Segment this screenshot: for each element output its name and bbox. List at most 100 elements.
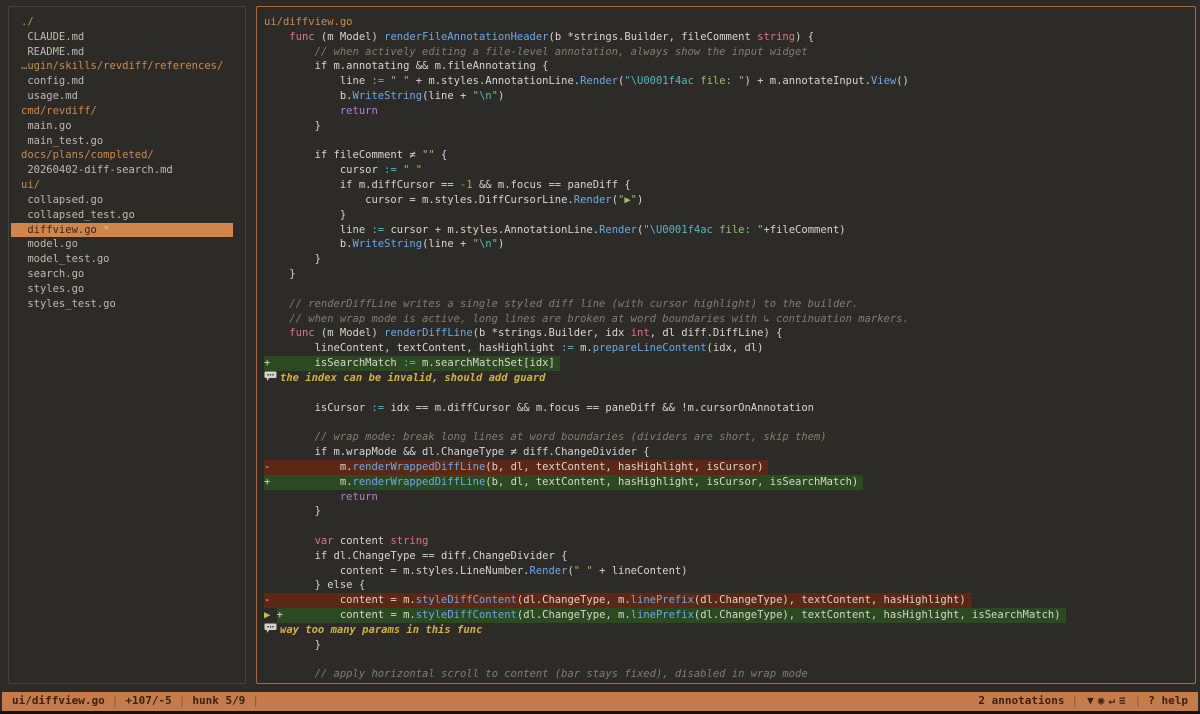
file-label: collapsed.go xyxy=(21,194,103,206)
file-tree-item[interactable]: styles_test.go xyxy=(21,297,245,312)
code-line[interactable]: b.WriteString(line + "\n") xyxy=(264,237,1195,252)
code-line[interactable]: lineContent, textContent, hasHighlight :… xyxy=(264,341,1195,356)
file-tree-item[interactable]: styles.go xyxy=(21,282,245,297)
file-label: styles_test.go xyxy=(21,298,116,310)
code-line-blank xyxy=(264,134,1195,149)
comment-bubble-icon xyxy=(264,623,280,638)
file-tree-dir[interactable]: ./ xyxy=(21,15,245,30)
annotation-count: 2 annotations xyxy=(978,694,1064,709)
diff-line-del[interactable]: - m.renderWrappedDiffLine(b, dl, textCon… xyxy=(264,460,1195,475)
file-tree-item[interactable]: config.md xyxy=(21,74,245,89)
file-label: diffview.go xyxy=(21,224,97,236)
code-line[interactable]: // wrap mode: break long lines at word b… xyxy=(264,430,1195,445)
code-line[interactable]: cursor = m.styles.DiffCursorLine.Render(… xyxy=(264,193,1195,208)
dot-indicator-icon: ◉ xyxy=(1096,694,1107,707)
code-line[interactable]: return xyxy=(264,490,1195,505)
status-bar: ui/diffview.go | +107/-5 | hunk 5/9 | 2 … xyxy=(2,692,1198,711)
code-line[interactable]: // apply horizontal scroll to content (b… xyxy=(264,667,1195,682)
file-tree-item[interactable]: 20260402-diff-search.md xyxy=(21,163,245,178)
code-line[interactable]: ui/diffview.go xyxy=(264,15,1195,30)
file-label: cmd/revdiff/ xyxy=(21,105,97,117)
file-tree-item[interactable]: README.md xyxy=(21,45,245,60)
diff-line-del[interactable]: - content = m.styleDiffContent(dl.Change… xyxy=(264,593,1195,608)
separator: | xyxy=(245,694,266,709)
code-line[interactable]: } xyxy=(264,119,1195,134)
code-line[interactable]: // when actively editing a file-level an… xyxy=(264,45,1195,60)
diff-line-add[interactable]: + m.renderWrappedDiffLine(b, dl, textCon… xyxy=(264,475,1195,490)
file-tree-dir[interactable]: ui/ xyxy=(21,178,245,193)
code-line[interactable]: if m.annotating && m.fileAnnotating { xyxy=(264,59,1195,74)
code-line[interactable]: } xyxy=(264,267,1195,282)
file-tree-item[interactable]: CLAUDE.md xyxy=(21,30,245,45)
file-label: main.go xyxy=(21,120,72,132)
file-label: ui/ xyxy=(21,179,40,191)
file-label: main_test.go xyxy=(21,135,103,147)
code-line[interactable]: line := " " + m.styles.AnnotationLine.Re… xyxy=(264,74,1195,89)
file-label: styles.go xyxy=(21,283,84,295)
file-tree-item[interactable]: usage.md xyxy=(21,89,245,104)
code-line[interactable]: // when wrap mode is active, long lines … xyxy=(264,312,1195,327)
code-line-blank xyxy=(264,519,1195,534)
code-line[interactable]: b.WriteString(line + "\n") xyxy=(264,89,1195,104)
annotation-line[interactable]: way too many params in this func xyxy=(264,623,1195,638)
annotation-text: the index can be invalid, should add gua… xyxy=(280,372,546,384)
code-line[interactable]: func (m Model) renderFileAnnotationHeade… xyxy=(264,30,1195,45)
status-left: ui/diffview.go | +107/-5 | hunk 5/9 | xyxy=(12,694,266,709)
file-label: model_test.go xyxy=(21,253,110,265)
file-tree-dir[interactable]: …ugin/skills/revdiff/references/ xyxy=(21,59,245,74)
file-label: CLAUDE.md xyxy=(21,31,84,43)
file-tree-dir[interactable]: cmd/revdiff/ xyxy=(21,104,245,119)
separator: | xyxy=(172,694,193,709)
file-tree-item[interactable]: model.go xyxy=(21,237,245,252)
modified-star: * xyxy=(97,224,110,236)
code-line[interactable]: func (m Model) renderDiffLine(b *strings… xyxy=(264,326,1195,341)
code-line[interactable]: if dl.ChangeType == diff.ChangeDivider { xyxy=(264,549,1195,564)
mode-indicators: ▼◉↵≡ xyxy=(1085,694,1128,709)
code-line[interactable]: } xyxy=(264,504,1195,519)
file-label: docs/plans/completed/ xyxy=(21,149,154,161)
code-line[interactable]: var content string xyxy=(264,534,1195,549)
code-line[interactable]: } xyxy=(264,638,1195,653)
code-line[interactable]: if m.wrapMode && dl.ChangeType ≠ diff.Ch… xyxy=(264,445,1195,460)
wrap-indicator-icon: ↵ xyxy=(1106,694,1117,707)
code-line[interactable]: } xyxy=(264,208,1195,223)
status-right: 2 annotations | ▼◉↵≡ | ? help xyxy=(978,694,1188,709)
separator: | xyxy=(105,694,126,709)
file-tree-item[interactable]: main.go xyxy=(21,119,245,134)
file-tree-item[interactable]: collapsed.go xyxy=(21,193,245,208)
code-line[interactable]: return xyxy=(264,104,1195,119)
code-line[interactable]: content = m.styles.LineNumber.Render(" "… xyxy=(264,564,1195,579)
code-line[interactable]: isCursor := idx == m.diffCursor && m.foc… xyxy=(264,401,1195,416)
file-label: config.md xyxy=(21,75,84,87)
file-tree-item[interactable]: diffview.go * xyxy=(11,223,233,238)
code-line[interactable]: if m.diffCursor == -1 && m.focus == pane… xyxy=(264,178,1195,193)
file-tree-item[interactable]: search.go xyxy=(21,267,245,282)
code-line[interactable]: // renderDiffLine writes a single styled… xyxy=(264,297,1195,312)
file-tree-item[interactable]: collapsed_test.go xyxy=(21,208,245,223)
code-line-blank xyxy=(264,415,1195,430)
file-label: collapsed_test.go xyxy=(21,209,135,221)
file-label: ./ xyxy=(21,16,34,28)
separator: | xyxy=(1128,694,1149,709)
diff-line-add[interactable]: + isSearchMatch := m.searchMatchSet[idx] xyxy=(264,356,1195,371)
file-tree-item[interactable]: model_test.go xyxy=(21,252,245,267)
file-label: …ugin/skills/revdiff/references/ xyxy=(21,60,223,72)
diff-cursor-icon: ▶ xyxy=(264,609,277,621)
file-label: README.md xyxy=(21,46,84,58)
annotation-line[interactable]: the index can be invalid, should add gua… xyxy=(264,371,1195,386)
annotation-text: way too many params in this func xyxy=(280,624,482,636)
code-line[interactable]: if fileComment ≠ "" { xyxy=(264,148,1195,163)
file-tree-dir[interactable]: docs/plans/completed/ xyxy=(21,148,245,163)
lines-indicator-icon: ≡ xyxy=(1117,694,1128,707)
code-lines: ui/diffview.go func (m Model) renderFile… xyxy=(264,15,1195,682)
code-line[interactable]: } else { xyxy=(264,578,1195,593)
code-line-blank xyxy=(264,282,1195,297)
diff-pane[interactable]: ui/diffview.go func (m Model) renderFile… xyxy=(256,6,1196,684)
diff-line-add[interactable]: ▶ + content = m.styleDiffContent(dl.Chan… xyxy=(264,608,1195,623)
code-line[interactable]: cursor := " " xyxy=(264,163,1195,178)
help-hint[interactable]: ? help xyxy=(1148,694,1188,709)
collapse-indicator-icon: ▼ xyxy=(1085,694,1096,707)
code-line[interactable]: line := cursor + m.styles.AnnotationLine… xyxy=(264,223,1195,238)
code-line[interactable]: } xyxy=(264,252,1195,267)
file-tree-item[interactable]: main_test.go xyxy=(21,134,245,149)
